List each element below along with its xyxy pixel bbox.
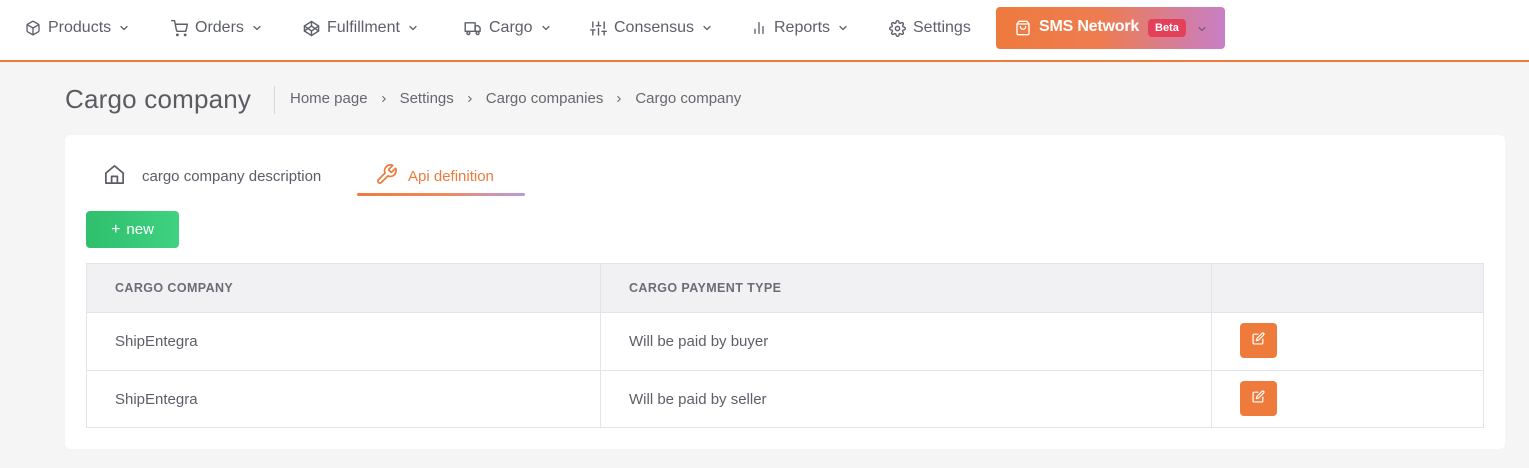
top-navbar: Products Orders Fulfillment Cargo Consen… [0,0,1529,62]
cell-cargo-company: ShipEntegra [115,333,198,350]
bar-chart-icon [751,20,767,36]
nav-label: Fulfillment [327,19,400,36]
column-header-cargo-company: CARGO COMPANY [115,281,234,295]
nav-item-consensus[interactable]: Consensus [590,0,713,56]
column-header-cargo-payment-type: CARGO PAYMENT TYPE [629,281,782,295]
breadcrumb-home[interactable]: Home page [290,90,368,107]
table-header: CARGO COMPANY CARGO PAYMENT TYPE [87,264,1483,313]
chevron-down-icon [540,22,552,34]
nav-item-products[interactable]: Products [25,0,130,56]
nav-label: Reports [774,19,831,36]
nav-item-orders[interactable]: Orders [171,0,263,56]
nav-item-fulfillment[interactable]: Fulfillment [303,0,419,56]
box-icon [25,20,41,36]
chevron-down-icon [407,22,419,34]
edit-button[interactable] [1240,381,1277,416]
nav-label: Cargo [489,19,533,36]
chevron-down-icon [837,22,849,34]
plus-icon: + [111,220,121,238]
beta-badge: Beta [1148,19,1186,37]
nav-item-cargo[interactable]: Cargo [464,0,552,56]
nav-item-reports[interactable]: Reports [751,0,849,56]
cell-payment-type: Will be paid by buyer [629,333,769,350]
shopping-bag-icon [1015,20,1031,41]
table-row: ShipEntegra Will be paid by buyer [87,313,1483,370]
wrench-icon [375,163,398,190]
new-button[interactable]: + new [86,211,179,248]
new-button-label: new [126,221,154,238]
breadcrumb: Home page Settings Cargo companies Cargo… [290,90,741,107]
chevron-down-icon [1196,22,1208,40]
page-title: Cargo company [65,84,252,114]
breadcrumb-current: Cargo company [635,90,742,107]
active-tab-indicator [357,193,525,196]
codepen-icon [303,20,320,37]
chevron-down-icon [118,22,130,34]
breadcrumb-cargo-companies[interactable]: Cargo companies [486,90,604,107]
tab-label: Api definition [408,168,494,185]
chevron-down-icon [701,22,713,34]
sliders-icon [590,20,607,37]
edit-button[interactable] [1240,323,1277,358]
nav-label: Orders [195,19,244,36]
table-row: ShipEntegra Will be paid by seller [87,370,1483,427]
chevron-right-icon [379,94,389,104]
cart-icon [171,19,188,37]
truck-icon [464,20,482,37]
sms-network-label: SMS Network [1039,18,1140,35]
chevron-right-icon [465,94,475,104]
tab-label: cargo company description [142,168,322,185]
home-icon [103,163,126,190]
title-divider [274,86,275,114]
tab-api-definition[interactable]: Api definition [375,163,494,190]
edit-icon [1252,389,1265,408]
api-definition-table: CARGO COMPANY CARGO PAYMENT TYPE ShipEnt… [86,263,1484,428]
nav-label: Consensus [614,19,695,36]
nav-item-settings[interactable]: Settings [889,0,971,56]
edit-icon [1252,331,1265,350]
gear-icon [889,19,906,37]
cell-cargo-company: ShipEntegra [115,391,198,408]
cell-payment-type: Will be paid by seller [629,391,767,408]
chevron-right-icon [614,94,624,104]
breadcrumb-settings[interactable]: Settings [400,90,454,107]
nav-label: Products [48,19,112,36]
nav-label: Settings [913,19,971,36]
chevron-down-icon [251,22,263,34]
sms-network-button[interactable]: SMS Network Beta [996,7,1225,49]
tab-cargo-company-description[interactable]: cargo company description [103,163,321,190]
